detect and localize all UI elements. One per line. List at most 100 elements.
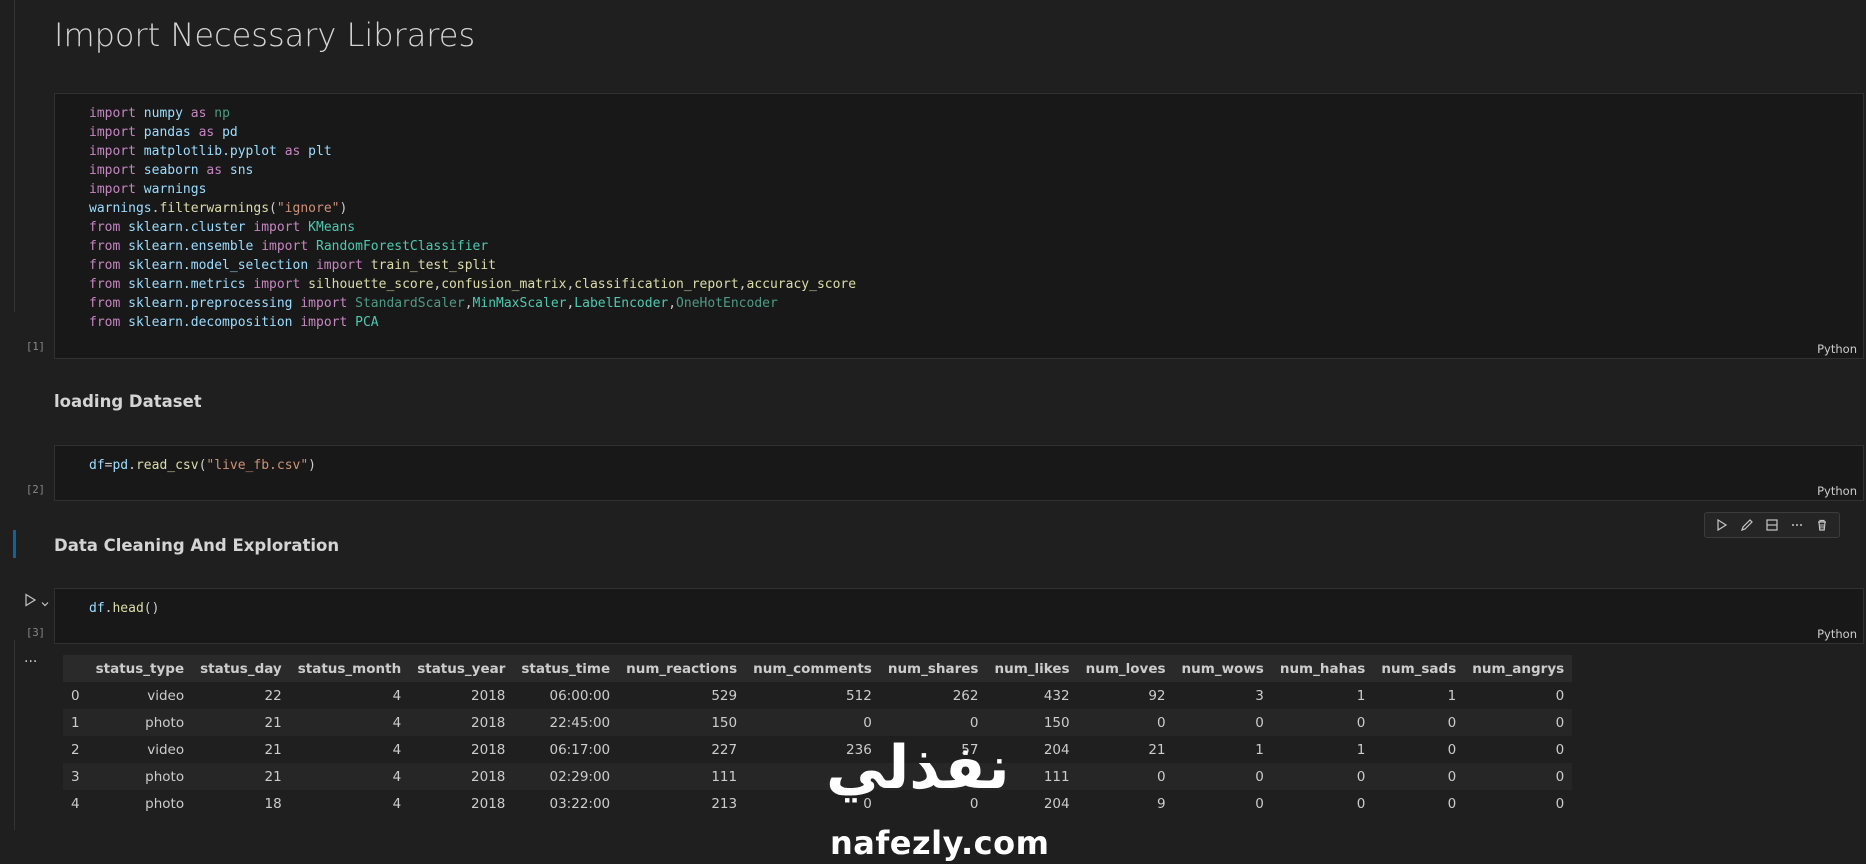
table-header: num_likes	[986, 655, 1078, 682]
table-cell: photo	[145, 795, 185, 812]
table-header-row: status_type status_day status_month stat…	[63, 655, 1573, 682]
table-header: status_day	[192, 655, 290, 682]
execution-count: [1]	[26, 341, 45, 353]
table-cell: 21	[264, 768, 282, 785]
table-header: num_loves	[1077, 655, 1174, 682]
table-cell: 06:00:00	[549, 687, 611, 704]
split-cell-icon[interactable]	[1762, 515, 1782, 535]
table-cell: 2018	[471, 714, 506, 731]
table-cell: 4	[392, 795, 402, 812]
table-cell: photo	[145, 714, 185, 731]
table-cell: 0	[1555, 768, 1565, 785]
table-row-index: 1	[71, 714, 80, 731]
cell-language-label[interactable]: Python	[1817, 627, 1857, 641]
pencil-icon[interactable]	[1737, 515, 1757, 535]
table-cell: 1	[1255, 741, 1264, 758]
dataframe-table: status_type status_day status_month stat…	[63, 655, 1573, 817]
table-cell: 0	[1356, 714, 1366, 731]
table-header: num_sads	[1373, 655, 1465, 682]
table-row-index: 2	[71, 741, 80, 758]
table-cell: 213	[711, 795, 738, 812]
table-row: 2 video 21 4 2018 06:17:00 227 236 57 204 21 1 1 0 0	[63, 736, 1573, 763]
table-cell: 02:29:00	[549, 768, 611, 785]
code-editor[interactable]: df.head()	[89, 599, 159, 618]
table-header: num_reactions	[618, 655, 746, 682]
table-cell: 1	[1447, 687, 1457, 704]
table-cell: 0	[1255, 714, 1264, 731]
table-header: num_angrys	[1464, 655, 1573, 682]
table-header-index	[63, 655, 88, 682]
table-header: num_comments	[745, 655, 880, 682]
table-cell: 0	[1447, 795, 1457, 812]
table-cell: 06:17:00	[549, 741, 611, 758]
table-cell: 512	[846, 687, 872, 704]
table-cell: 4	[392, 687, 402, 704]
watermark-arabic: نفذلي	[826, 733, 1010, 803]
table-cell: 0	[1255, 768, 1264, 785]
table-cell: 18	[264, 795, 282, 812]
cell-focus-indicator	[13, 530, 16, 558]
code-editor[interactable]: import numpy as np import pandas as pd i…	[89, 104, 856, 332]
table-cell: 0	[969, 714, 979, 731]
table-cell: 21	[264, 714, 282, 731]
table-cell: 227	[711, 741, 738, 758]
table-header: status_time	[513, 655, 619, 682]
table-cell: 432	[1043, 687, 1070, 704]
table-header: num_hahas	[1271, 655, 1374, 682]
table-row: 1 photo 21 4 2018 22:45:00 150 0 0 150 0 0 0 0 0	[63, 709, 1573, 736]
table-cell: 4	[392, 714, 402, 731]
cell-toolbar	[1704, 512, 1840, 538]
table-cell: 0	[1447, 741, 1457, 758]
table-cell: 0	[1356, 768, 1366, 785]
table-cell: 0	[1156, 714, 1166, 731]
code-cell-imports[interactable]: import numpy as np import pandas as pd i…	[54, 93, 1864, 359]
heading-data-cleaning: Data Cleaning And Exploration	[54, 536, 340, 555]
table-cell: 9	[1156, 795, 1166, 812]
play-icon[interactable]	[22, 592, 38, 608]
table-cell: 150	[1043, 714, 1070, 731]
trash-icon[interactable]	[1812, 515, 1832, 535]
heading-loading-dataset: loading Dataset	[54, 392, 202, 411]
table-cell: 2018	[471, 768, 506, 785]
table-cell: 0	[1447, 714, 1457, 731]
table-cell: 0	[1255, 795, 1264, 812]
table-row-index: 0	[71, 687, 80, 704]
table-header: status_year	[409, 655, 514, 682]
table-row: 4 photo 18 4 2018 03:22:00 213 0 0 204 9 0 0 0 0	[63, 790, 1573, 817]
table-cell: video	[147, 687, 185, 704]
table-cell: 03:22:00	[549, 795, 611, 812]
code-cell-read-csv[interactable]: df=pd.read_csv("live_fb.csv") Python	[54, 445, 1864, 501]
table-row-index: 4	[71, 795, 80, 812]
table-cell: 22	[264, 687, 282, 704]
more-icon[interactable]	[1787, 515, 1807, 535]
cell-language-label[interactable]: Python	[1817, 484, 1857, 498]
table-cell: 2018	[471, 687, 506, 704]
table-cell: 22:45:00	[549, 714, 611, 731]
chevron-down-icon[interactable]	[40, 594, 50, 607]
gutter-guide	[14, 640, 15, 830]
watermark-latin: nafezly.com	[830, 824, 1050, 862]
table-cell: 4	[392, 741, 402, 758]
table-cell: 529	[711, 687, 738, 704]
table-header: status_month	[289, 655, 410, 682]
table-cell: 0	[1555, 795, 1565, 812]
table-cell: 2018	[471, 795, 506, 812]
table-header: num_wows	[1173, 655, 1272, 682]
output-more-button[interactable]: ...	[24, 650, 37, 666]
dataframe-output: status_type status_day status_month stat…	[63, 655, 1573, 817]
table-cell: 92	[1148, 687, 1166, 704]
table-cell: 4	[392, 768, 402, 785]
table-cell: 262	[952, 687, 979, 704]
table-cell: 0	[1555, 714, 1565, 731]
table-cell: video	[147, 741, 185, 758]
code-cell-head[interactable]: df.head() Python	[54, 588, 1864, 644]
table-header: num_shares	[879, 655, 987, 682]
code-editor[interactable]: df=pd.read_csv("live_fb.csv")	[89, 456, 316, 475]
table-cell: 0	[1356, 795, 1366, 812]
table-cell: 0	[1156, 768, 1166, 785]
table-cell: 3	[1255, 687, 1264, 704]
cell-language-label[interactable]: Python	[1817, 342, 1857, 356]
table-cell: 1	[1356, 687, 1366, 704]
play-icon[interactable]	[1712, 515, 1732, 535]
table-cell: 0	[1555, 687, 1565, 704]
